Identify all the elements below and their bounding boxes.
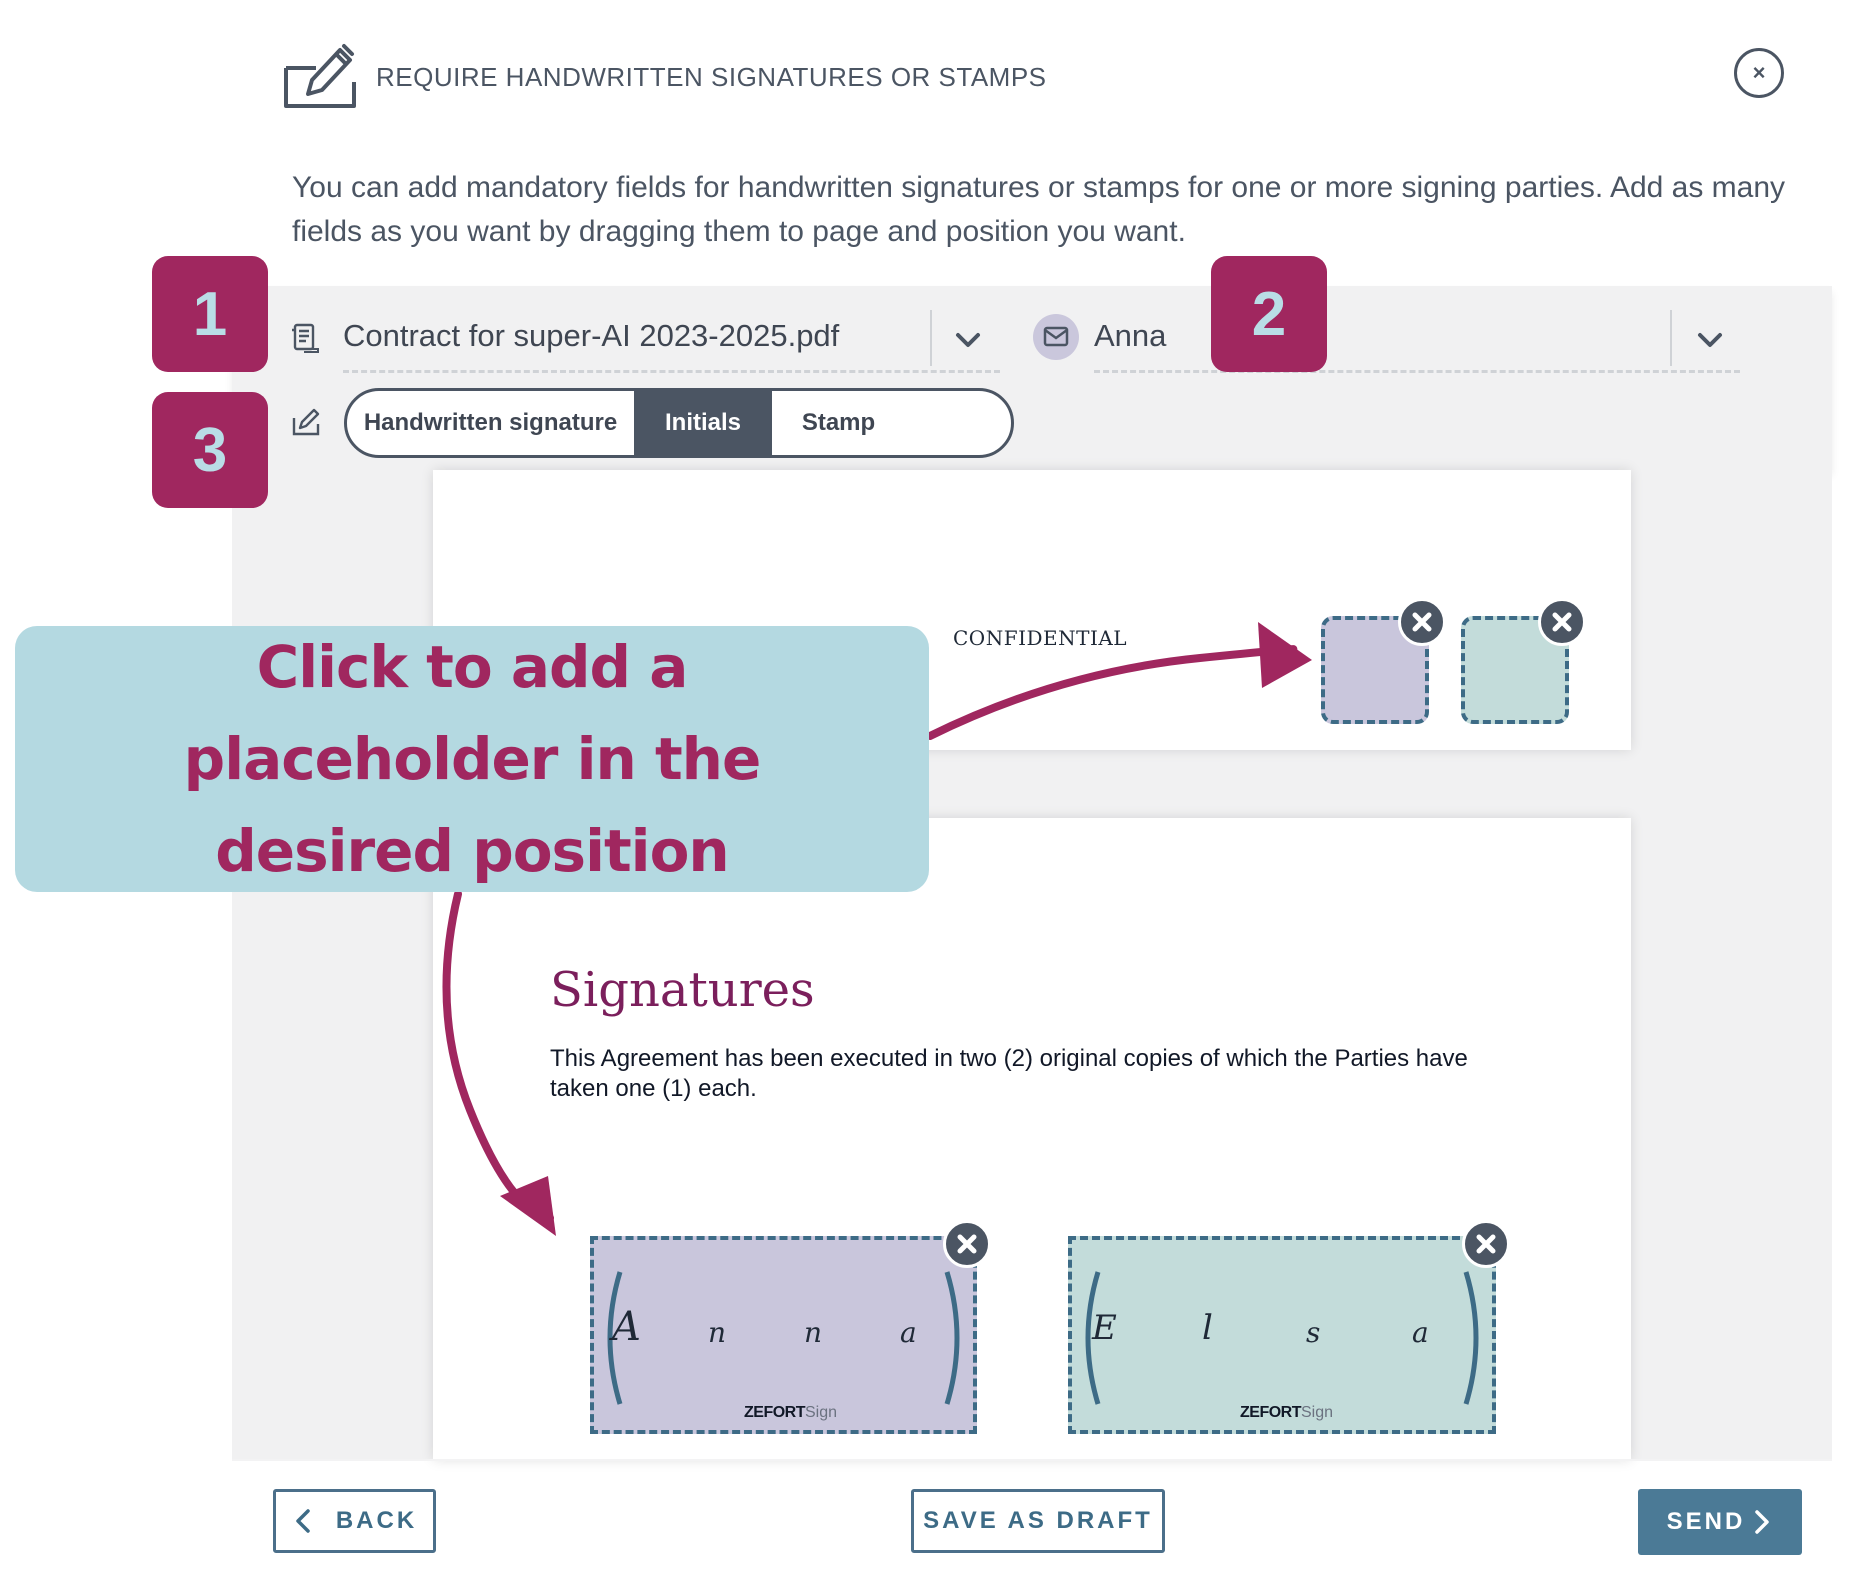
remove-placeholder-button[interactable]: [1538, 598, 1586, 646]
remove-placeholder-button[interactable]: [1462, 1220, 1510, 1268]
step-badge-2: 2: [1211, 256, 1327, 372]
signatures-heading: Signatures: [550, 962, 815, 1018]
mail-icon: [1043, 326, 1069, 347]
signature-placeholder[interactable]: A n n a ZEFORTSign: [590, 1236, 977, 1434]
signature-letter: n: [804, 1316, 823, 1349]
signatures-paragraph: This Agreement has been executed in two …: [550, 1045, 1468, 1102]
divider: [1670, 310, 1672, 366]
document-icon: [292, 323, 319, 353]
document-select[interactable]: Contract for super-AI 2023-2025.pdf: [343, 318, 839, 354]
close-icon: ×: [1752, 60, 1766, 85]
send-button[interactable]: SEND: [1638, 1489, 1802, 1555]
bracket-right: [944, 1271, 960, 1405]
confidential-label: CONFIDENTIAL: [953, 626, 1128, 650]
tab-stamp[interactable]: Stamp: [772, 391, 905, 455]
divider: [930, 310, 932, 366]
document-select-underline: [343, 370, 1000, 373]
signature-letter: n: [708, 1316, 727, 1349]
recipient-avatar: [1033, 314, 1079, 360]
remove-placeholder-button[interactable]: [943, 1220, 991, 1268]
remove-placeholder-button[interactable]: [1398, 598, 1446, 646]
zefort-sign-logo: ZEFORTSign: [1240, 1404, 1334, 1421]
save-draft-button[interactable]: SAVE AS DRAFT: [911, 1489, 1165, 1553]
recipient-select-underline: [1094, 370, 1740, 373]
step-badge-1: 1: [152, 256, 268, 372]
signature-pen-icon: [284, 44, 356, 108]
chevron-left-icon: [296, 1509, 310, 1533]
send-label: SEND: [1666, 1508, 1746, 1535]
instruction-callout: Click to add a placeholder in the desire…: [15, 626, 929, 892]
signature-placeholder[interactable]: E l s a ZEFORTSign: [1068, 1236, 1496, 1434]
remove-x-icon: [957, 1234, 977, 1254]
signature-letter: A: [612, 1304, 641, 1350]
back-label: BACK: [335, 1507, 418, 1534]
remove-x-icon: [1552, 612, 1572, 632]
page-title: REQUIRE HANDWRITTEN SIGNATURES OR STAMPS: [376, 62, 1047, 92]
remove-x-icon: [1412, 612, 1432, 632]
tab-initials[interactable]: Initials: [634, 391, 772, 455]
signature-letter: s: [1306, 1316, 1321, 1349]
signature-letter: a: [900, 1316, 917, 1349]
edit-pen-icon: [292, 408, 320, 436]
signature-letter: l: [1202, 1308, 1213, 1348]
tab-handwritten-signature[interactable]: Handwritten signature: [347, 391, 634, 455]
bracket-right: [1463, 1271, 1479, 1405]
field-type-selector: Handwritten signature Initials Stamp: [344, 388, 1014, 458]
chevron-down-icon[interactable]: [1692, 322, 1728, 358]
chevron-down-icon[interactable]: [950, 322, 986, 358]
recipient-select[interactable]: Anna: [1094, 318, 1166, 354]
zefort-sign-logo: ZEFORTSign: [744, 1404, 838, 1421]
back-button[interactable]: BACK: [273, 1489, 436, 1553]
divider: [232, 1459, 1832, 1461]
signature-letter: E: [1092, 1308, 1117, 1348]
step-badge-3: 3: [152, 392, 268, 508]
description-text: You can add mandatory fields for handwri…: [292, 171, 1786, 248]
chevron-right-icon: [1755, 1510, 1770, 1534]
close-button[interactable]: ×: [1734, 48, 1784, 98]
remove-x-icon: [1476, 1234, 1496, 1254]
signature-letter: a: [1412, 1316, 1429, 1349]
callout-text: Click to add a placeholder in the desire…: [183, 633, 762, 885]
